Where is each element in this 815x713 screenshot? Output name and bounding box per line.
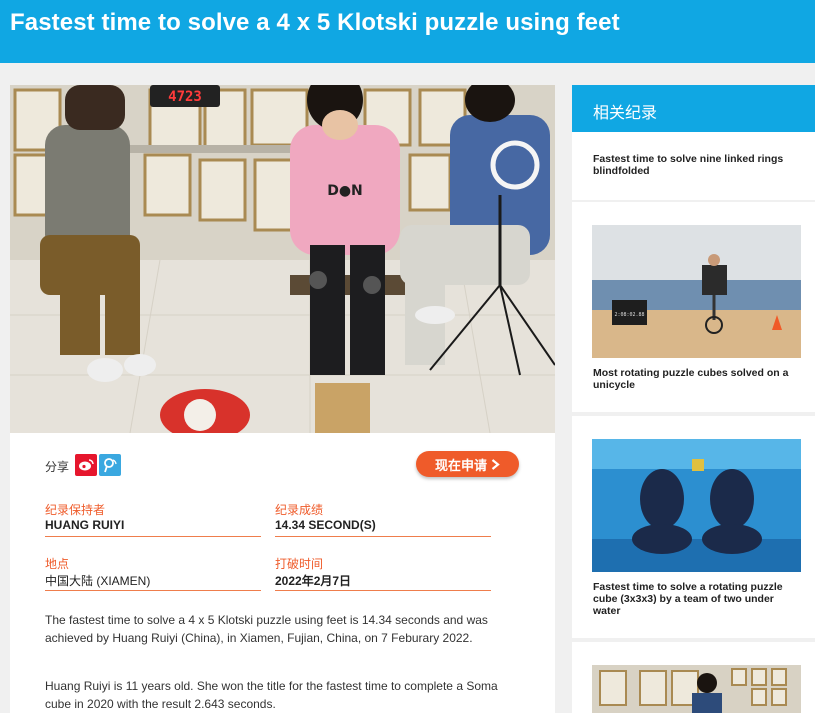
record-date-field: 打破时间 2022年2月7日 [275,555,491,591]
record-info-panel: 分享 现在申请 纪录保持者 HUANG RUIYI 纪录成绩 14.34 SEC… [10,433,555,713]
hero-image: 4723 D●N [10,85,555,433]
record-result-label: 纪录成绩 [275,503,324,517]
weibo-share-icon[interactable] [75,454,97,476]
record-location-value: 中国大陆 (XIAMEN) [45,574,151,588]
related-record-title[interactable]: Fastest time to solve a rotating puzzle … [593,581,798,617]
related-record-card[interactable] [572,642,815,713]
record-location-label: 地点 [45,557,70,571]
record-description-paragraph-1: The fastest time to solve a 4 x 5 Klotsk… [45,613,488,645]
page-header: Fastest time to solve a 4 x 5 Klotski pu… [0,0,815,63]
share-link-icon[interactable] [99,454,121,476]
record-holder-value: HUANG RUIYI [45,518,125,532]
apply-now-label: 现在申请 [434,457,487,473]
related-records-title: 相关纪录 [593,105,658,122]
related-record-thumbnail[interactable]: 2:08:02.88 [592,225,801,358]
record-result-value: 14.34 SECOND(S) [275,518,376,532]
related-record-title[interactable]: Fastest time to solve nine linked rings … [593,153,798,177]
related-record-title[interactable]: Most rotating puzzle cubes solved on a u… [593,367,798,391]
record-holder-field: 纪录保持者 HUANG RUIYI [45,501,261,537]
chevron-right-icon [491,458,500,470]
svg-text:D●N: D●N [327,183,363,199]
related-record-card[interactable]: 2:08:02.88 Most rotating puzzle cubes so… [572,202,815,412]
thumbnail-timer-display: 2:08:02.88 [614,312,644,318]
record-date-value: 2022年2月7日 [275,574,352,588]
record-holder-label: 纪录保持者 [45,503,106,517]
share-label: 分享 [45,460,70,474]
record-date-label: 打破时间 [275,557,324,571]
related-record-thumbnail[interactable] [592,439,801,572]
related-record-thumbnail[interactable] [592,665,801,713]
related-records-header: 相关纪录 [572,85,815,132]
related-record-card[interactable]: Fastest time to solve a rotating puzzle … [572,416,815,638]
page-title: Fastest time to solve a 4 x 5 Klotski pu… [10,9,620,36]
hero-timer-display: 4723 [168,89,202,105]
record-result-field: 纪录成绩 14.34 SECOND(S) [275,501,491,537]
record-location-field: 地点 中国大陆 (XIAMEN) [45,555,261,591]
related-record-card[interactable]: Fastest time to solve nine linked rings … [572,132,815,200]
apply-now-button[interactable]: 现在申请 [416,451,519,477]
record-description-paragraph-2: Huang Ruiyi is 11 years old. She won the… [45,679,498,711]
